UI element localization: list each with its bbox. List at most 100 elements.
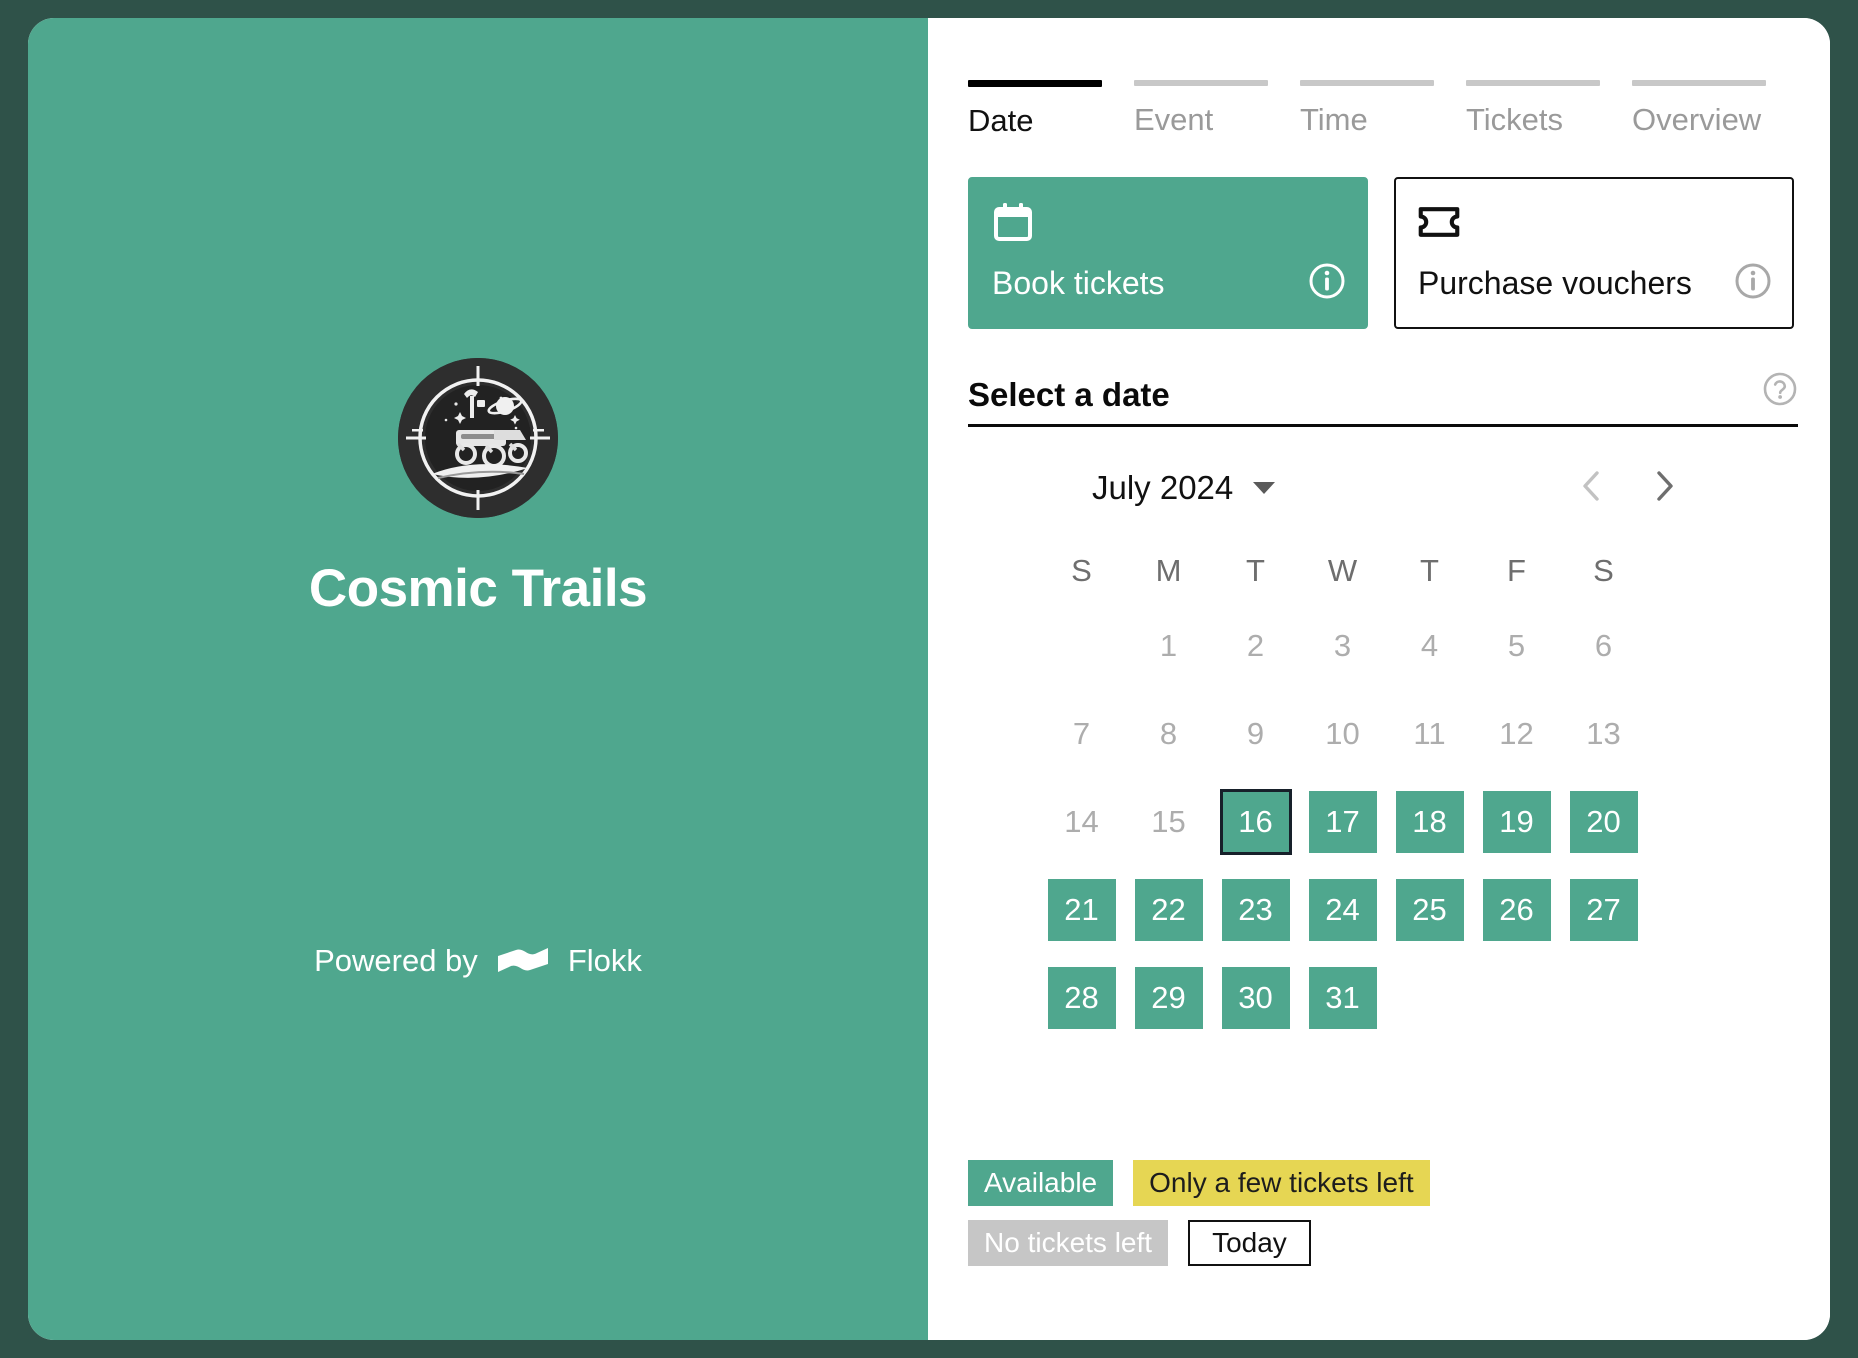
calendar-day-12: 12 xyxy=(1499,716,1534,751)
calendar-cell: 10 xyxy=(1299,695,1386,773)
prev-month-button[interactable] xyxy=(1574,466,1608,511)
calendar-day-2: 2 xyxy=(1246,628,1265,663)
calendar-cell: 26 xyxy=(1473,871,1560,949)
calendar-day-20[interactable]: 20 xyxy=(1569,791,1638,853)
booking-widget-card: Cosmic Trails Powered by Flokk Date Even… xyxy=(28,18,1830,1340)
calendar-icon xyxy=(992,201,1344,243)
calendar-cell: 12 xyxy=(1473,695,1560,773)
calendar-day-25[interactable]: 25 xyxy=(1395,879,1464,941)
calendar-cell: 31 xyxy=(1299,959,1386,1037)
calendar-day-1: 1 xyxy=(1159,628,1178,663)
tab-overview[interactable]: Overview xyxy=(1632,62,1788,139)
tab-date[interactable]: Date xyxy=(968,62,1124,139)
legend-few-left: Only a few tickets left xyxy=(1133,1160,1430,1206)
next-month-button[interactable] xyxy=(1648,466,1682,511)
calendar-day-18[interactable]: 18 xyxy=(1395,791,1464,853)
calendar-cell: 7 xyxy=(1038,695,1125,773)
tab-tickets[interactable]: Tickets xyxy=(1466,62,1622,139)
tab-indicator xyxy=(1134,80,1268,86)
brand-name: Cosmic Trails xyxy=(308,559,648,618)
calendar-day-8: 8 xyxy=(1159,716,1178,751)
calendar-cell: 11 xyxy=(1386,695,1473,773)
calendar-header: July 2024 xyxy=(1030,453,1736,523)
weekday-label: S xyxy=(1593,553,1614,588)
tab-indicator xyxy=(1466,80,1600,86)
calendar-day-30[interactable]: 30 xyxy=(1221,967,1290,1029)
tab-label: Event xyxy=(1134,102,1214,137)
calendar-cell: 14 xyxy=(1038,783,1125,861)
calendar-cell: 21 xyxy=(1038,871,1125,949)
brand-panel: Cosmic Trails Powered by Flokk xyxy=(28,18,928,1340)
legend-sold-out: No tickets left xyxy=(968,1220,1169,1266)
calendar-grid: 1 2 3 4 5 6 7 8 9 10 11 12 13 14 15 16 17 18 19 20 21 22 23 24 2… xyxy=(1030,607,1736,1037)
calendar-day-23[interactable]: 23 xyxy=(1221,879,1290,941)
calendar-day-5: 5 xyxy=(1507,628,1526,663)
calendar-week-row: 28 29 30 31 xyxy=(1030,959,1736,1037)
month-year-selector[interactable]: July 2024 xyxy=(1092,469,1276,507)
calendar-cell: 2 xyxy=(1212,607,1299,685)
calendar-cell: 3 xyxy=(1299,607,1386,685)
legend-today: Today xyxy=(1188,1220,1311,1266)
calendar-cell: 18 xyxy=(1386,783,1473,861)
calendar-day-19[interactable]: 19 xyxy=(1482,791,1551,853)
calendar-week-row: 1 2 3 4 5 6 xyxy=(1030,607,1736,685)
card-footer: Purchase vouchers xyxy=(1418,262,1772,305)
calendar-day-26[interactable]: 26 xyxy=(1482,879,1551,941)
calendar-day-29[interactable]: 29 xyxy=(1134,967,1203,1029)
calendar-nav xyxy=(1574,466,1736,511)
calendar-legend: Available Only a few tickets left No tic… xyxy=(968,1160,1728,1280)
tab-indicator xyxy=(1632,80,1766,86)
calendar-day-14: 14 xyxy=(1064,804,1099,839)
calendar-cell xyxy=(1038,607,1125,685)
info-circle-icon[interactable] xyxy=(1308,262,1346,305)
calendar-cell: 29 xyxy=(1125,959,1212,1037)
book-tickets-label: Book tickets xyxy=(992,265,1165,301)
calendar-cell: 6 xyxy=(1560,607,1647,685)
calendar-cell: 9 xyxy=(1212,695,1299,773)
purchase-vouchers-label: Purchase vouchers xyxy=(1418,265,1692,301)
help-circle-icon[interactable] xyxy=(1762,371,1798,414)
calendar-day-16[interactable]: 16 xyxy=(1219,789,1292,855)
calendar-cell: 25 xyxy=(1386,871,1473,949)
calendar-cell: 1 xyxy=(1125,607,1212,685)
calendar-cell: 24 xyxy=(1299,871,1386,949)
purchase-vouchers-card[interactable]: Purchase vouchers xyxy=(1394,177,1794,329)
page-title: Select a date xyxy=(968,376,1170,413)
calendar-day-31[interactable]: 31 xyxy=(1308,967,1377,1029)
calendar-week-row: 14 15 16 17 18 19 20 xyxy=(1030,783,1736,861)
tab-label: Overview xyxy=(1632,102,1762,137)
calendar-day-3: 3 xyxy=(1333,628,1352,663)
weekday-label: M xyxy=(1155,553,1182,588)
tab-label: Time xyxy=(1300,102,1368,137)
calendar-day-4: 4 xyxy=(1420,628,1439,663)
book-tickets-card[interactable]: Book tickets xyxy=(968,177,1368,329)
flokk-logo-icon xyxy=(496,944,550,978)
legend-row: No tickets left Today xyxy=(968,1220,1728,1266)
calendar-day-11: 11 xyxy=(1413,716,1446,751)
calendar-cell xyxy=(1473,959,1560,1037)
purchase-type-options: Book tickets Purchase vouchers xyxy=(968,177,1798,329)
calendar-day-17[interactable]: 17 xyxy=(1308,791,1377,853)
tab-event[interactable]: Event xyxy=(1134,62,1290,139)
calendar-cell: 28 xyxy=(1038,959,1125,1037)
card-footer: Book tickets xyxy=(992,262,1346,305)
tab-indicator xyxy=(968,80,1102,87)
calendar-cell: 15 xyxy=(1125,783,1212,861)
chevron-down-icon xyxy=(1253,482,1276,494)
calendar-cell: 13 xyxy=(1560,695,1647,773)
calendar-day-28[interactable]: 28 xyxy=(1047,967,1116,1029)
calendar-day-27[interactable]: 27 xyxy=(1569,879,1638,941)
brand-identity-block: Cosmic Trails xyxy=(28,358,928,619)
booking-content-panel: Date Event Time Tickets Overview Book ti… xyxy=(928,18,1830,1340)
calendar-cell: 17 xyxy=(1299,783,1386,861)
calendar-day-24[interactable]: 24 xyxy=(1308,879,1377,941)
weekday-label: T xyxy=(1246,553,1265,588)
info-circle-icon[interactable] xyxy=(1734,262,1772,305)
powered-by-footer: Powered by Flokk xyxy=(28,943,928,979)
weekday-label: F xyxy=(1507,553,1526,588)
calendar-day-21[interactable]: 21 xyxy=(1047,879,1116,941)
tab-time[interactable]: Time xyxy=(1300,62,1456,139)
partner-name: Flokk xyxy=(567,943,642,978)
calendar-cell: 5 xyxy=(1473,607,1560,685)
calendar-day-22[interactable]: 22 xyxy=(1134,879,1203,941)
